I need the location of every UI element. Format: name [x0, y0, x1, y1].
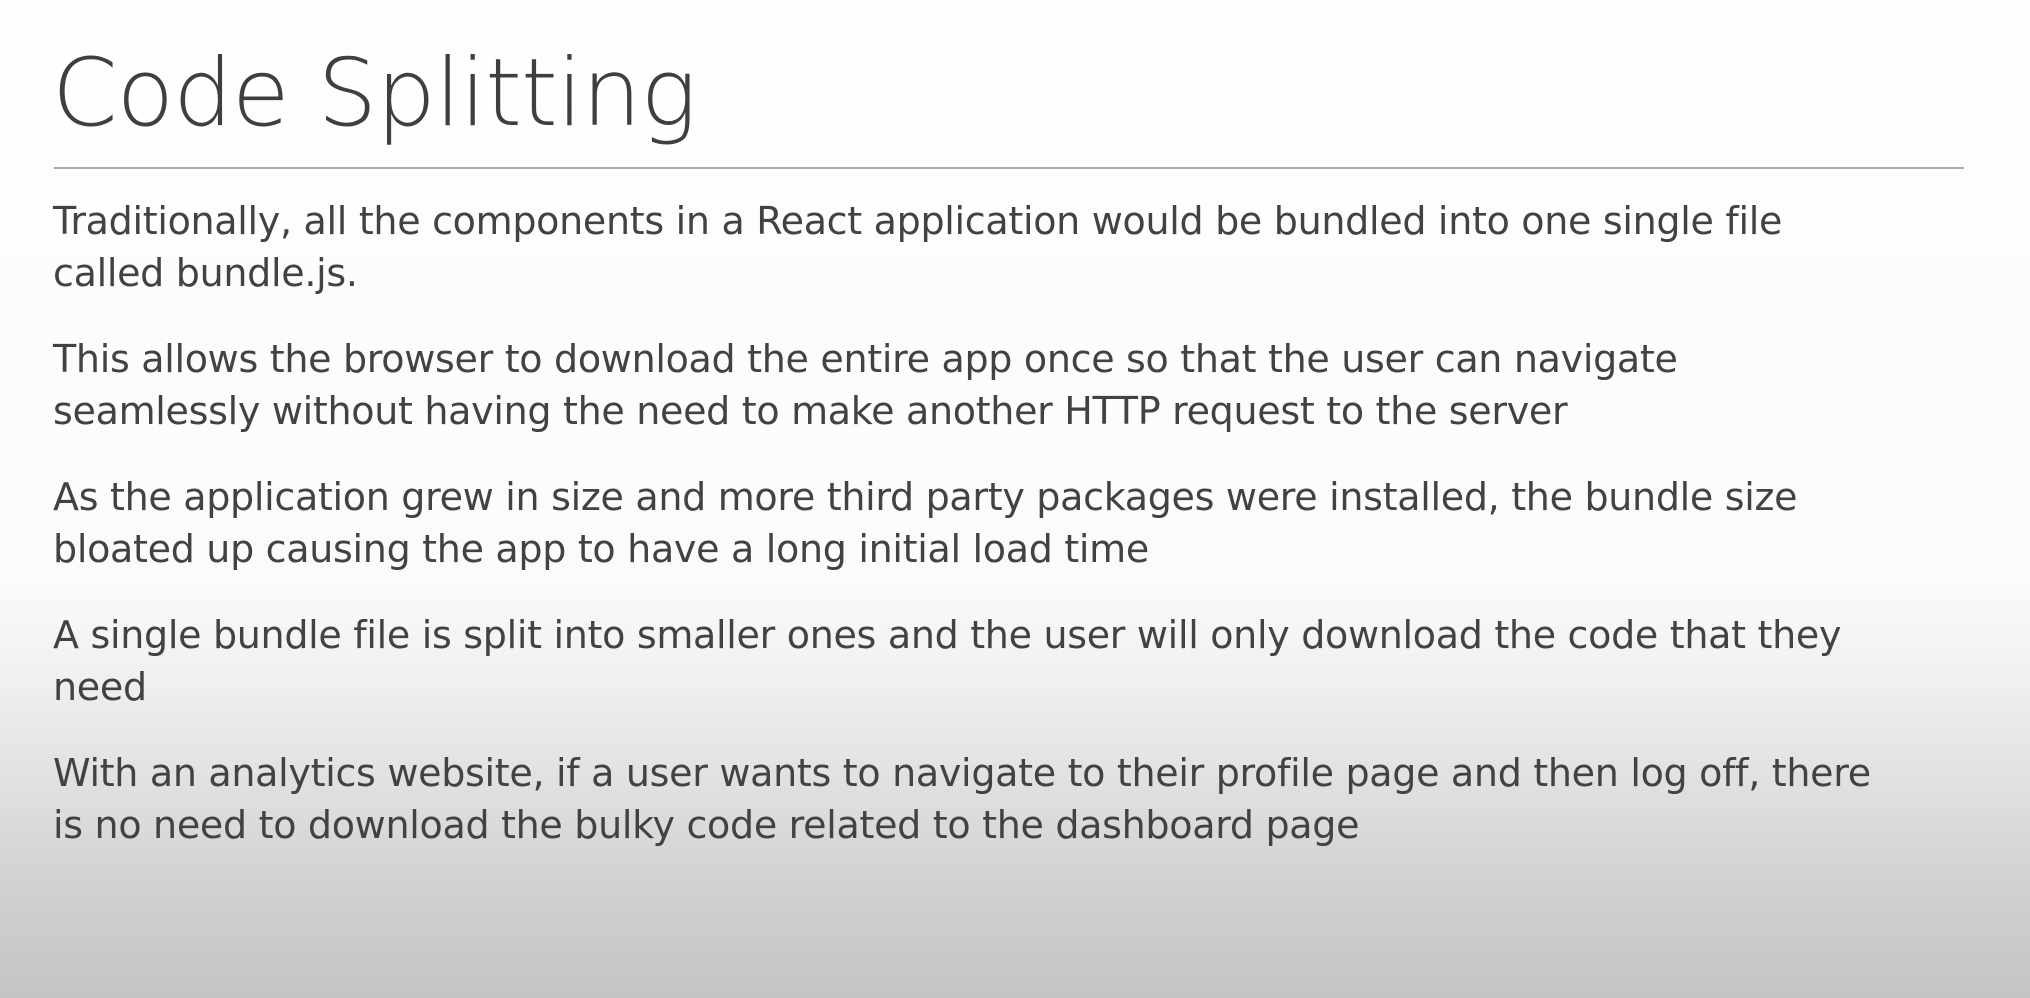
- paragraph-bundle-bloat: As the application grew in size and more…: [53, 471, 1973, 575]
- paragraph-line: This allows the browser to download the …: [53, 337, 1678, 381]
- slide-body: Traditionally, all the components in a R…: [53, 195, 1973, 885]
- title-divider: [54, 167, 1964, 169]
- paragraph-line: As the application grew in size and more…: [53, 475, 1798, 519]
- paragraph-line: bloated up causing the app to have a lon…: [53, 527, 1149, 571]
- paragraph-analytics-example: With an analytics website, if a user wan…: [53, 747, 1973, 851]
- paragraph-line: With an analytics website, if a user wan…: [53, 751, 1871, 795]
- slide: Code Splitting Traditionally, all the co…: [0, 0, 2030, 998]
- paragraph-line: A single bundle file is split into small…: [53, 613, 1842, 657]
- paragraph-line: need: [53, 665, 147, 709]
- paragraph-line: seamlessly without having the need to ma…: [53, 389, 1568, 433]
- paragraph-line: is no need to download the bulky code re…: [53, 803, 1360, 847]
- paragraph-bundling: Traditionally, all the components in a R…: [53, 195, 1973, 299]
- paragraph-download-once: This allows the browser to download the …: [53, 333, 1973, 437]
- paragraph-line: called bundle.js.: [53, 251, 358, 295]
- paragraph-split-bundle: A single bundle file is split into small…: [53, 609, 1973, 713]
- slide-title: Code Splitting: [52, 39, 697, 148]
- paragraph-line: Traditionally, all the components in a R…: [53, 199, 1783, 243]
